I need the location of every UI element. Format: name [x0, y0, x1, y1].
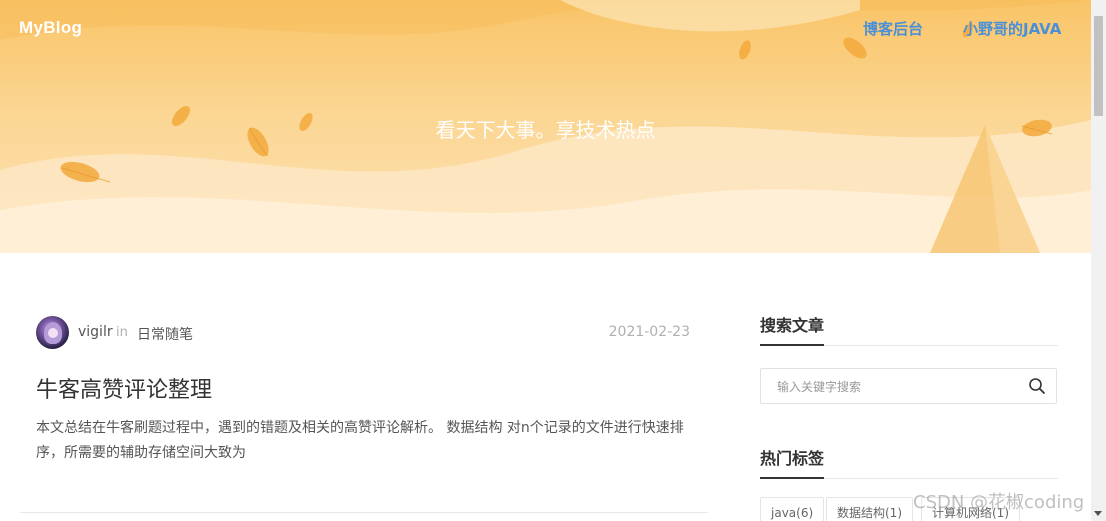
hero-banner: MyBlog 博客后台 小野哥的JAVA 看天下大事。享技术热点 [0, 0, 1091, 253]
hero-slogan: 看天下大事。享技术热点 [435, 118, 656, 142]
scrollbar-thumb[interactable] [1094, 16, 1103, 116]
search-icon[interactable] [1028, 377, 1046, 395]
site-logo[interactable]: MyBlog [19, 18, 82, 38]
avatar-face [48, 328, 58, 338]
csdn-watermark: CSDN @花椒coding [913, 492, 1085, 513]
search-widget-accent [760, 344, 824, 346]
tags-widget-title: 热门标签 [760, 449, 825, 468]
post-excerpt: 本文总结在牛客刷题过程中，遇到的错题及相关的高赞评论解析。 数据结构 对n个记录… [36, 420, 684, 461]
tag-java[interactable]: java(6) [760, 497, 825, 521]
scroll-down-arrow-icon[interactable] [1094, 511, 1102, 516]
post-category[interactable]: 日常随笔 [137, 324, 193, 344]
post-card: vigilr in 日常随笔 2021-02-23 牛客高赞评论整理 本文总结在… [20, 296, 708, 513]
tags-widget-accent [760, 477, 824, 479]
nav-blog-admin-link[interactable]: 博客后台 [863, 18, 923, 39]
search-widget-title: 搜索文章 [760, 316, 825, 335]
search-box [760, 368, 1057, 405]
post-in-label: in [116, 325, 128, 340]
post-date: 2021-02-23 [608, 324, 690, 340]
post-author[interactable]: vigilr [78, 324, 113, 340]
author-avatar[interactable] [36, 316, 69, 349]
page-scrollbar[interactable] [1091, 0, 1106, 521]
tag-data-structures[interactable]: 数据结构(1) [826, 497, 913, 521]
blog-page: MyBlog 博客后台 小野哥的JAVA 看天下大事。享技术热点 vigilr … [0, 0, 1106, 521]
post-title[interactable]: 牛客高赞评论整理 [36, 372, 212, 404]
search-input[interactable] [775, 369, 1019, 405]
nav-author-link[interactable]: 小野哥的JAVA [963, 18, 1061, 39]
